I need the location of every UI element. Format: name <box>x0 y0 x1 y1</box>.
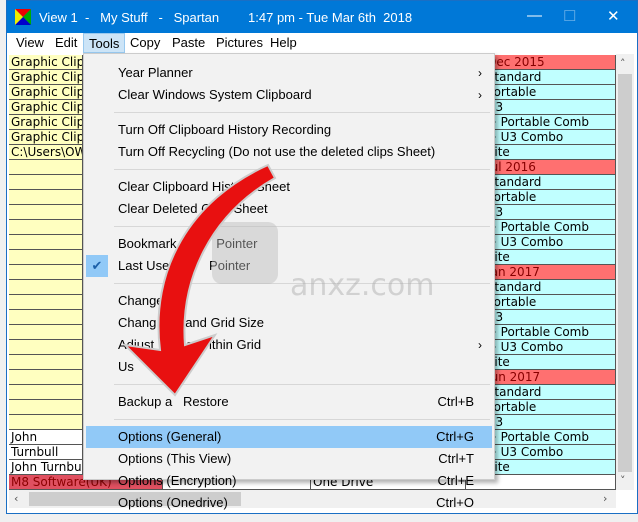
menu-item-label: Clear Deleted Clips Sheet <box>118 201 268 216</box>
menu-item-label: Change <box>118 293 164 308</box>
menu-separator <box>114 419 490 420</box>
menu-item-label: Chang and Grid Size <box>118 315 264 330</box>
close-button[interactable]: ✕ <box>607 7 620 25</box>
menu-tools[interactable]: Tools <box>83 33 126 53</box>
submenu-chevron-icon: › <box>478 66 482 80</box>
menu-item-label: Turn Off Recycling (Do not use the delet… <box>118 144 436 159</box>
grid-cell[interactable] <box>9 310 83 325</box>
grid-cell[interactable] <box>9 355 83 370</box>
grid-cell[interactable] <box>9 370 83 385</box>
menu-item[interactable]: Options (Encryption) Ctrl+E <box>86 470 492 492</box>
grid-cell[interactable] <box>9 175 83 190</box>
menu-item[interactable]: Turn Off Recycling (Do not use the delet… <box>86 141 492 163</box>
menu-item[interactable]: Us <box>86 356 492 378</box>
vertical-scrollbar[interactable]: ˄ ˅ <box>616 54 634 490</box>
grid-cell[interactable] <box>9 265 83 280</box>
menu-item[interactable]: Options (General) Ctrl+G <box>86 426 492 448</box>
grid-cell[interactable]: Graphic Clip <box>9 130 83 145</box>
menu-item-label: Options (Onedrive) <box>118 495 228 510</box>
menu-item-label: Backup a Restore <box>118 394 229 409</box>
grid-cell[interactable]: Graphic Clip <box>9 115 83 130</box>
grid-cell[interactable] <box>9 340 83 355</box>
menu-shortcut: Ctrl+O <box>436 495 474 510</box>
scroll-left-icon[interactable]: ‹ <box>14 492 18 505</box>
menu-bar: View Edit Tools Copy Paste Pictures Help <box>7 33 637 53</box>
title-bar: View 1 - My Stuff - Spartan 1:47 pm - Tu… <box>7 1 637 33</box>
grid-cell[interactable] <box>9 295 83 310</box>
tools-dropdown-menu: Year Planner › Clear Windows System Clipbo… <box>83 53 495 510</box>
grid-cell[interactable]: Graphic Clip <box>9 55 83 70</box>
grid-cell[interactable] <box>9 280 83 295</box>
grid-cell[interactable]: John Turnbul <box>9 460 83 475</box>
menu-item-label: Clear Clipboard History Sheet <box>118 179 290 194</box>
menu-item-label: Year Planner <box>118 65 193 80</box>
app-logo-icon <box>15 9 31 25</box>
menu-item[interactable]: ✔ Last Used Pointer <box>86 255 492 277</box>
menu-item[interactable]: Clear Deleted Clips Sheet <box>86 198 492 220</box>
menu-shortcut: Ctrl+E <box>437 473 474 488</box>
menu-shortcut: Ctrl+T <box>438 451 474 466</box>
checkmark-icon: ✔ <box>86 255 108 277</box>
grid-cell[interactable] <box>9 220 83 235</box>
scroll-right-icon[interactable]: › <box>603 492 607 505</box>
menu-shortcut: Ctrl+B <box>437 394 474 409</box>
window-title: View 1 - My Stuff - Spartan 1:47 pm - Tu… <box>39 10 413 25</box>
menu-item-label: Options (This View) <box>118 451 232 466</box>
scroll-up-icon[interactable]: ˄ <box>620 57 626 70</box>
menu-item-label: Us <box>118 359 134 374</box>
menu-separator <box>114 226 490 227</box>
menu-help[interactable]: Help <box>265 33 302 53</box>
menu-item[interactable]: Turn Off Clipboard History Recording <box>86 119 492 141</box>
menu-item[interactable]: Adjust ze Within Grid › <box>86 334 492 356</box>
menu-item-label: Options (General) <box>118 429 222 444</box>
menu-item-label: Options (Encryption) <box>118 473 237 488</box>
grid-cell[interactable]: Graphic Clip <box>9 85 83 100</box>
menu-pictures[interactable]: Pictures <box>211 33 268 53</box>
grid-cell[interactable]: C:\Users\OW <box>9 145 83 160</box>
menu-item[interactable]: Backup a Restore Ctrl+B <box>86 391 492 413</box>
menu-item-label: Last Used Pointer <box>118 258 251 273</box>
grid-cell[interactable]: Graphic Clip <box>9 100 83 115</box>
menu-item[interactable]: Chang and Grid Size <box>86 312 492 334</box>
grid-cell[interactable] <box>9 400 83 415</box>
menu-item[interactable]: Bookmark Fi Pointer <box>86 233 492 255</box>
grid-cell[interactable] <box>9 415 83 430</box>
maximize-button[interactable]: ☐ <box>563 7 576 25</box>
grid-cell[interactable] <box>9 160 83 175</box>
submenu-chevron-icon: › <box>478 338 482 352</box>
grid-cell[interactable] <box>9 385 83 400</box>
menu-item[interactable]: Clear Clipboard History Sheet <box>86 176 492 198</box>
menu-shortcut: Ctrl+G <box>436 429 474 444</box>
menu-separator <box>114 169 490 170</box>
menu-separator <box>114 283 490 284</box>
menu-item[interactable]: Options (This View) Ctrl+T <box>86 448 492 470</box>
menu-item-label: Clear Windows System Clipboard <box>118 87 312 102</box>
grid-cell[interactable] <box>9 235 83 250</box>
minimize-button[interactable]: — <box>527 7 542 24</box>
menu-edit[interactable]: Edit <box>50 33 82 53</box>
menu-copy[interactable]: Copy <box>125 33 165 53</box>
submenu-chevron-icon: › <box>478 88 482 102</box>
grid-cell[interactable] <box>9 250 83 265</box>
grid-cell[interactable]: Turnbull <box>9 445 83 460</box>
menu-item[interactable]: Options (Onedrive) Ctrl+O <box>86 492 492 514</box>
menu-item[interactable]: Year Planner › <box>86 62 492 84</box>
menu-item[interactable]: Clear Windows System Clipboard › <box>86 84 492 106</box>
menu-item-label: Adjust ze Within Grid <box>118 337 262 352</box>
menu-item-label: Turn Off Clipboard History Recording <box>118 122 332 137</box>
menu-view[interactable]: View <box>11 33 49 53</box>
grid-cell[interactable] <box>9 205 83 220</box>
grid-cell[interactable] <box>9 325 83 340</box>
menu-paste[interactable]: Paste <box>167 33 210 53</box>
menu-separator <box>114 112 490 113</box>
grid-cell[interactable]: John <box>9 430 83 445</box>
scroll-down-icon[interactable]: ˅ <box>620 474 626 487</box>
menu-item[interactable]: Change <box>86 290 492 312</box>
grid-cell[interactable]: Graphic Clip <box>9 70 83 85</box>
grid-cell[interactable] <box>9 190 83 205</box>
vertical-scroll-thumb[interactable] <box>618 74 632 472</box>
menu-item-label: Bookmark Fi Pointer <box>118 236 258 251</box>
menu-separator <box>114 384 490 385</box>
